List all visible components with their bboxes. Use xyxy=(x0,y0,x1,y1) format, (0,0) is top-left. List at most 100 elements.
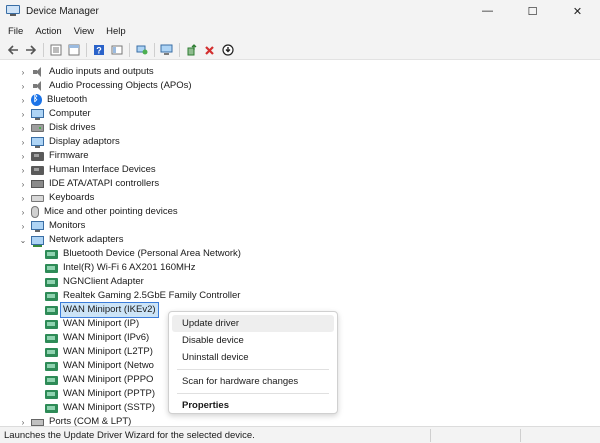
adapter-item[interactable]: Intel(R) Wi-Fi 6 AX201 160MHz xyxy=(45,261,198,275)
show-hide-button[interactable] xyxy=(108,42,125,59)
chevron-right-icon[interactable]: › xyxy=(18,191,28,205)
menu-item-properties[interactable]: Properties xyxy=(172,397,334,414)
display-icon xyxy=(31,136,44,148)
chevron-right-icon[interactable]: › xyxy=(18,205,28,219)
show-hide-icon xyxy=(111,45,122,55)
scan-icon xyxy=(136,45,147,55)
adapter-label: NGNClient Adapter xyxy=(63,276,144,287)
adapter-item[interactable]: WAN Miniport (IP) xyxy=(45,317,141,331)
update-driver-button[interactable] xyxy=(183,42,200,59)
forward-icon xyxy=(25,45,36,55)
window-controls: — ☐ ✕ xyxy=(465,0,600,22)
adapter-item[interactable]: WAN Miniport (PPPO xyxy=(45,373,155,387)
device-manager-app-icon xyxy=(6,5,20,17)
adapter-item[interactable]: WAN Miniport (SSTP) xyxy=(45,401,157,415)
menu-action[interactable]: Action xyxy=(29,22,67,41)
adapter-item[interactable]: WAN Miniport (Netwo xyxy=(45,359,156,373)
tree-item-bluetooth[interactable]: › Bluetooth xyxy=(18,93,89,107)
menu-view[interactable]: View xyxy=(68,22,100,41)
adapter-label: WAN Miniport (L2TP) xyxy=(63,346,153,357)
status-bar: Launches the Update Driver Wizard for th… xyxy=(0,426,600,443)
adapter-label: WAN Miniport (IPv6) xyxy=(63,332,150,343)
chevron-right-icon[interactable]: › xyxy=(18,93,28,107)
close-button[interactable]: ✕ xyxy=(555,0,600,22)
disable-button[interactable] xyxy=(219,42,236,59)
tree-item-display-adaptors[interactable]: › Display adaptors xyxy=(18,135,122,149)
keyboard-icon xyxy=(31,194,44,202)
menu-item-update-driver[interactable]: Update driver xyxy=(172,315,334,332)
adapter-item[interactable]: WAN Miniport (IPv6) xyxy=(45,331,151,345)
tree-item-mice[interactable]: › Mice and other pointing devices xyxy=(18,205,180,219)
tree-item-computer[interactable]: › Computer xyxy=(18,107,93,121)
network-adapter-icon xyxy=(45,333,58,343)
ide-icon xyxy=(31,180,44,188)
maximize-button[interactable]: ☐ xyxy=(510,0,555,22)
menu-item-disable-device[interactable]: Disable device xyxy=(172,332,334,349)
speaker-icon xyxy=(31,66,44,78)
tree-item-hid[interactable]: › Human Interface Devices xyxy=(18,163,158,177)
tree-item-ide[interactable]: › IDE ATA/ATAPI controllers xyxy=(18,177,161,191)
properties-button[interactable] xyxy=(65,42,82,59)
chevron-down-icon[interactable]: ⌄ xyxy=(18,233,28,247)
menu-bar: File Action View Help xyxy=(0,22,600,41)
hid-icon xyxy=(31,165,44,175)
menu-file[interactable]: File xyxy=(2,22,29,41)
adapter-item[interactable]: NGNClient Adapter xyxy=(45,275,146,289)
tree-item-label: Human Interface Devices xyxy=(49,164,156,175)
tree-item-label: Disk drives xyxy=(49,122,96,133)
properties-icon xyxy=(68,44,79,56)
tree-item-label: Ports (COM & LPT) xyxy=(49,416,132,426)
network-adapter-icon xyxy=(45,375,58,385)
adapter-item[interactable]: WAN Miniport (PPTP) xyxy=(45,387,157,401)
menu-item-scan-hardware[interactable]: Scan for hardware changes xyxy=(172,373,334,390)
chevron-right-icon[interactable]: › xyxy=(18,107,28,121)
chevron-right-icon[interactable]: › xyxy=(18,177,28,191)
forward-button[interactable] xyxy=(22,42,39,59)
tree-item-firmware[interactable]: › Firmware xyxy=(18,149,91,163)
tree-view-button[interactable] xyxy=(47,42,64,59)
tree-item-label: Display adaptors xyxy=(49,136,120,147)
chevron-right-icon[interactable]: › xyxy=(18,219,28,233)
adapter-item[interactable]: Realtek Gaming 2.5GbE Family Controller xyxy=(45,289,242,303)
monitor-icon xyxy=(160,44,173,55)
adapter-item[interactable]: WAN Miniport (L2TP) xyxy=(45,345,155,359)
minimize-button[interactable]: — xyxy=(465,0,510,22)
network-adapter-icon xyxy=(45,291,58,301)
disable-icon xyxy=(221,44,234,56)
window-title: Device Manager xyxy=(26,5,99,17)
chevron-right-icon[interactable]: › xyxy=(18,149,28,163)
uninstall-icon xyxy=(205,45,214,55)
tree-item-audio-processing[interactable]: › Audio Processing Objects (APOs) xyxy=(18,79,194,93)
menu-item-uninstall-device[interactable]: Uninstall device xyxy=(172,349,334,366)
back-icon xyxy=(7,45,18,55)
back-button[interactable] xyxy=(4,42,21,59)
tree-item-label: Firmware xyxy=(49,150,89,161)
chevron-right-icon[interactable]: › xyxy=(18,65,28,79)
adapter-item[interactable]: Bluetooth Device (Personal Area Network) xyxy=(45,247,243,261)
adapter-label: WAN Miniport (IKEv2) xyxy=(60,302,159,318)
computer-icon xyxy=(31,108,44,120)
chevron-right-icon[interactable]: › xyxy=(18,415,28,427)
uninstall-button[interactable] xyxy=(201,42,218,59)
chevron-right-icon[interactable]: › xyxy=(18,135,28,149)
chip-icon xyxy=(31,151,44,161)
help-button[interactable]: ? xyxy=(90,42,107,59)
tree-item-monitors[interactable]: › Monitors xyxy=(18,219,87,233)
chevron-right-icon[interactable]: › xyxy=(18,163,28,177)
tree-item-ports[interactable]: › Ports (COM & LPT) xyxy=(18,415,133,426)
chevron-right-icon[interactable]: › xyxy=(18,121,28,135)
chevron-right-icon[interactable]: › xyxy=(18,79,28,93)
menu-help[interactable]: Help xyxy=(100,22,132,41)
monitor-button[interactable] xyxy=(158,42,175,59)
tree-item-network-adapters[interactable]: ⌄ Network adapters xyxy=(18,233,125,247)
tree-item-audio-inputs[interactable]: › Audio inputs and outputs xyxy=(18,65,156,79)
scan-button[interactable] xyxy=(133,42,150,59)
tree-item-keyboards[interactable]: › Keyboards xyxy=(18,191,96,205)
tree-item-disk-drives[interactable]: › Disk drives xyxy=(18,121,97,135)
tree-item-label: IDE ATA/ATAPI controllers xyxy=(49,178,160,189)
adapter-item-selected[interactable]: WAN Miniport (IKEv2) xyxy=(45,302,159,318)
title-bar: Device Manager — ☐ ✕ xyxy=(0,0,600,22)
adapter-label: WAN Miniport (SSTP) xyxy=(63,402,156,413)
status-divider xyxy=(520,429,521,442)
adapter-label: WAN Miniport (IP) xyxy=(63,318,140,329)
